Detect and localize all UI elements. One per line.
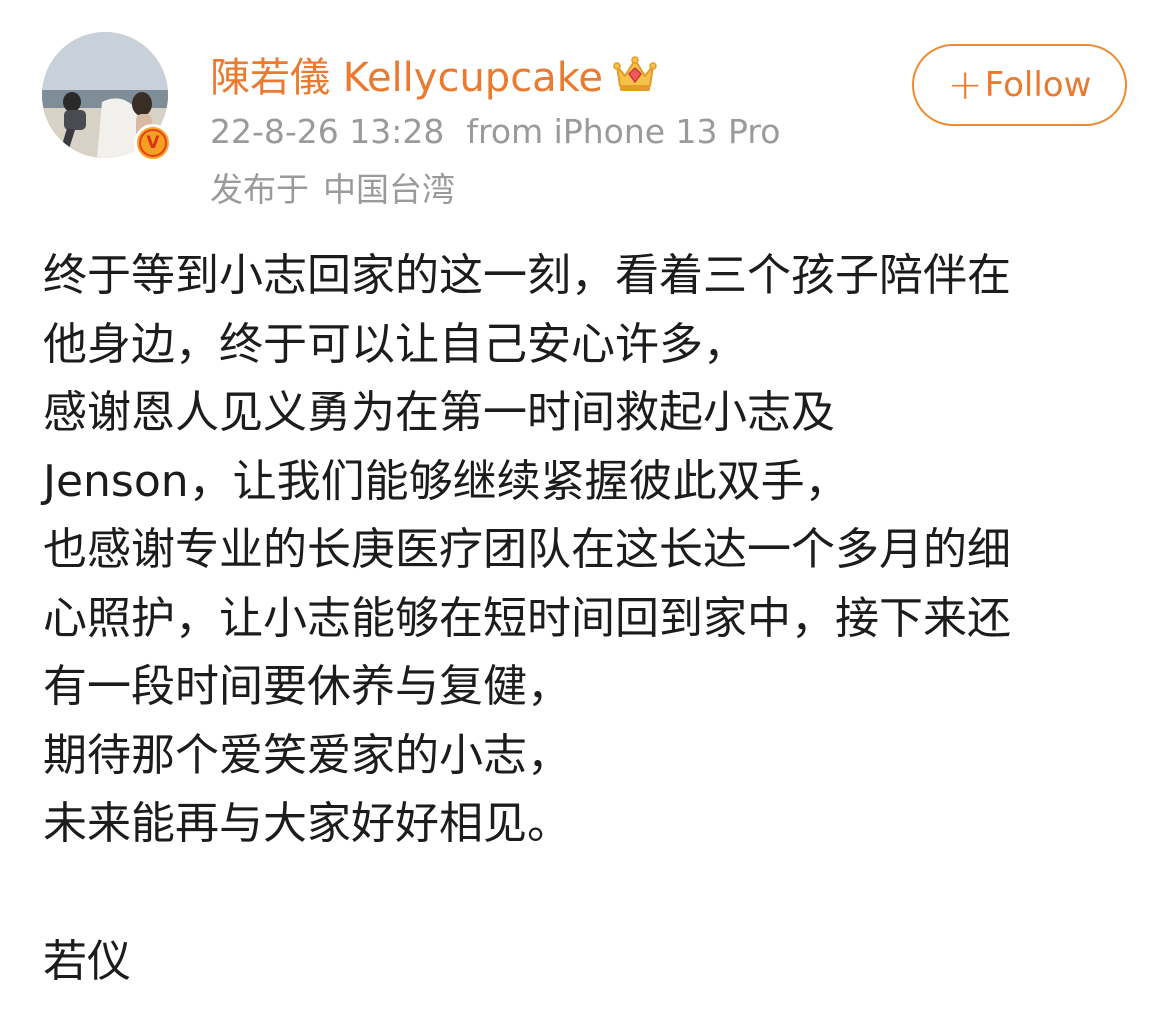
post-text-line: 未来能再与大家好好相见。 (43, 798, 571, 849)
post-signature: 若仪 (43, 936, 131, 987)
post-location: 发布于 中国台湾 (210, 163, 455, 211)
post-body: 终于等到小志回家的这一刻，看着三个孩子陪伴在 他身边，终于可以让自己安心许多， … (43, 242, 1143, 859)
author-name[interactable]: 陳若儀 Kellycupcake (210, 45, 603, 103)
post-text-line: 终于等到小志回家的这一刻，看着三个孩子陪伴在 (43, 250, 1011, 301)
crown-icon (613, 54, 657, 94)
post-text-line: 感谢恩人见义勇为在第一时间救起小志及 (43, 387, 835, 438)
post-meta: 22-8-26 13:28 from iPhone 13 Pro (210, 112, 780, 151)
post-text-line: 心照护，让小志能够在短时间回到家中，接下来还 (43, 592, 1011, 644)
avatar[interactable]: V (42, 32, 172, 162)
location-prefix: 发布于 (210, 170, 309, 209)
location-name: 中国台湾 (323, 170, 455, 209)
post-text-line: 有一段时间要休养与复健， (43, 661, 571, 712)
post-text-line: 期待那个爱笑爱家的小志， (43, 729, 571, 781)
follow-button[interactable]: + Follow (912, 44, 1127, 126)
follow-button-label: Follow (984, 65, 1092, 105)
author-row: 陳若儀 Kellycupcake (210, 46, 657, 102)
post-header: V 陳若儀 Kellycupcake 22-8-26 13:28 from iPh… (0, 0, 1170, 220)
post-text-line: 也感谢专业的长庚医疗团队在这长达一个多月的细 (43, 524, 1011, 575)
post-text-line: Jenson，让我们能够继续紧握彼此双手， (43, 455, 849, 507)
verified-badge-icon: V (134, 124, 172, 162)
post-timestamp: 22-8-26 13:28 (210, 112, 445, 151)
post-text-line: 他身边，终于可以让自己安心许多， (43, 318, 747, 370)
verified-badge-label: V (139, 129, 167, 157)
post-source: from iPhone 13 Pro (466, 112, 781, 151)
plus-icon: + (947, 60, 983, 109)
